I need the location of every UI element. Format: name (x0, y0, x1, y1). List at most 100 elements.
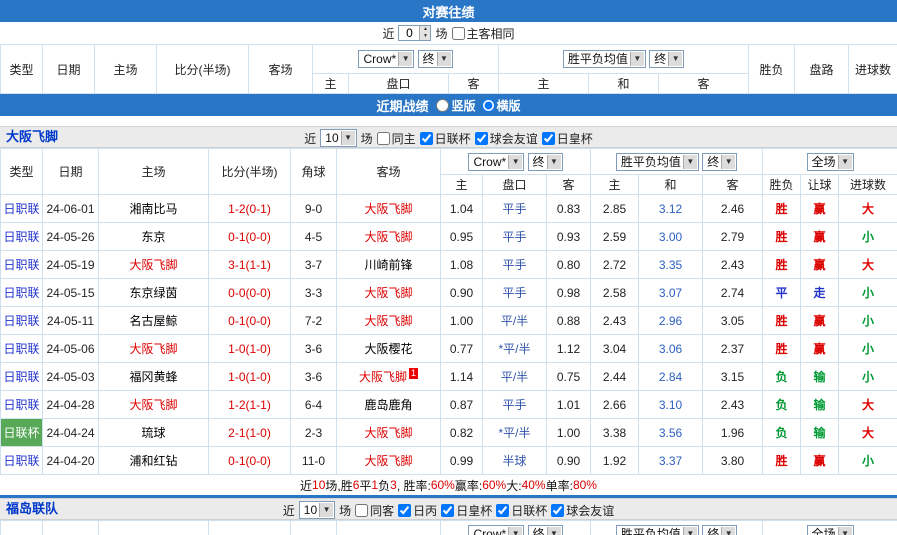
match-row: 日职联24-05-15东京绿茵0-0(0-0)3-3大阪飞脚0.90平手0.98… (1, 279, 897, 307)
match-row: 日职联24-05-26东京0-1(0-0)4-5大阪飞脚0.95平手0.932.… (1, 223, 897, 251)
checkbox-option[interactable]: 球会友谊 (551, 502, 614, 519)
team2-filter-checkboxes: 同客日丙日皇杯日联杯球会友谊 (355, 502, 614, 519)
goals-cell: 大 (839, 391, 897, 419)
euro-home-odds-cell: 3.04 (591, 335, 639, 363)
col-corner-header: 角球 (291, 149, 337, 195)
euro-company-select[interactable]: 胜平负均值 (563, 50, 646, 68)
checkbox-input[interactable] (420, 132, 433, 145)
scope-group-header: 全场 (763, 521, 897, 535)
handicap-result-cell: 赢 (801, 251, 839, 279)
team2-count-select[interactable]: 10 (299, 501, 335, 519)
euro-company-select[interactable]: 胜平负均值 (616, 153, 699, 171)
asia-final-select[interactable]: 终 (418, 50, 453, 68)
checkbox-option[interactable]: 日联杯 (420, 130, 471, 147)
checkbox-input[interactable] (542, 132, 555, 145)
scope-select[interactable]: 全场 (807, 525, 854, 535)
away-team-cell: 大阪飞脚 (337, 307, 441, 335)
goals-cell: 小 (839, 223, 897, 251)
col-home-header: 主场 (99, 149, 209, 195)
near-label: 近 (283, 502, 295, 519)
checkbox-input[interactable] (398, 504, 411, 517)
games-label: 场 (361, 130, 373, 147)
away-team-cell: 大阪飞脚 (337, 223, 441, 251)
summary-segment: 负 (378, 477, 390, 494)
scope-select[interactable]: 全场 (807, 153, 854, 171)
col-type-header: 类型 (1, 149, 43, 195)
result-cell: 平 (763, 279, 801, 307)
checkbox-option[interactable]: 球会友谊 (475, 130, 538, 147)
asia-final-select[interactable]: 终 (528, 525, 563, 535)
h2h-count-spinner[interactable]: ▲▼ (398, 25, 431, 41)
euro-final-select[interactable]: 终 (649, 50, 684, 68)
checkbox-option[interactable]: 日皇杯 (441, 502, 492, 519)
result-cell: 胜 (763, 223, 801, 251)
result-cell: 负 (763, 419, 801, 447)
asia-company-select[interactable]: Crow* (468, 525, 524, 535)
handicap-result-cell: 赢 (801, 307, 839, 335)
col-date-header: 日期 (43, 45, 95, 94)
handicap-result-cell: 赢 (801, 447, 839, 475)
col-corner-header (291, 521, 337, 535)
summary-segment: 60% (482, 478, 506, 492)
handicap-result-cell: 输 (801, 363, 839, 391)
checkbox-option[interactable]: 日丙 (398, 502, 437, 519)
euro-home-odds-cell: 2.59 (591, 223, 639, 251)
summary-segment: 10 (312, 478, 325, 492)
euro-draw-odds-cell: 2.84 (639, 363, 703, 391)
radio-option[interactable]: 竖版 (436, 97, 475, 114)
option-label: 横版 (497, 97, 521, 114)
euro-home-header: 主 (591, 175, 639, 195)
h2h-count-input[interactable] (399, 26, 419, 40)
games-label: 场 (339, 502, 351, 519)
asia-home-odds-cell: 0.77 (441, 335, 483, 363)
radio-input[interactable] (482, 99, 495, 112)
date-cell: 24-04-24 (43, 419, 99, 447)
checkbox-input[interactable] (377, 132, 390, 145)
result-cell: 胜 (763, 447, 801, 475)
result-cell: 胜 (763, 307, 801, 335)
games-label: 场 (435, 25, 447, 42)
handicap-cell: *平/半 (483, 335, 547, 363)
checkbox-input[interactable] (475, 132, 488, 145)
euro-final-select[interactable]: 终 (702, 153, 737, 171)
checkbox-option[interactable]: 日皇杯 (542, 130, 593, 147)
team1-count-select[interactable]: 10 (320, 129, 356, 147)
radio-input[interactable] (436, 99, 449, 112)
asia-company-select[interactable]: Crow* (358, 50, 414, 68)
layout-radio-group: 竖版 横版 (436, 97, 520, 114)
score-cell: 1-2(1-1) (209, 391, 291, 419)
summary-segment: 场,胜 (325, 477, 352, 494)
same-home-away-checkbox-input[interactable] (452, 27, 465, 40)
euro-home-odds-cell: 2.85 (591, 195, 639, 223)
result-cell: 负 (763, 363, 801, 391)
col-home-header: 主场 (95, 45, 157, 94)
select-value: Crow* (473, 155, 506, 169)
summary-segment: 40% (522, 478, 546, 492)
summary-segment: 60% (431, 478, 455, 492)
same-home-away-checkbox[interactable]: 主客相同 (452, 25, 515, 42)
home-team-cell: 湘南比马 (99, 195, 209, 223)
h2h-title-bar: 对赛往绩 (0, 0, 897, 22)
select-value: 10 (304, 503, 317, 517)
date-cell: 24-05-06 (43, 335, 99, 363)
euro-company-select[interactable]: 胜平负均值 (616, 525, 699, 535)
col-type-header: 类型 (1, 45, 43, 94)
handicap-result-cell: 输 (801, 419, 839, 447)
red-card-badge: 1 (409, 368, 418, 379)
checkbox-option[interactable]: 同客 (355, 502, 394, 519)
spinner-arrows-icon[interactable]: ▲▼ (419, 26, 430, 40)
col-date-header (43, 521, 99, 535)
asia-final-select[interactable]: 终 (528, 153, 563, 171)
near-label: 近 (304, 130, 316, 147)
checkbox-input[interactable] (496, 504, 509, 517)
asia-company-select[interactable]: Crow* (468, 153, 524, 171)
checkbox-input[interactable] (551, 504, 564, 517)
euro-final-select[interactable]: 终 (702, 525, 737, 535)
radio-option[interactable]: 横版 (482, 97, 521, 114)
checkbox-input[interactable] (355, 504, 368, 517)
checkbox-option[interactable]: 同主 (377, 130, 416, 147)
goals-cell: 大 (839, 251, 897, 279)
league-cell: 日职联 (1, 307, 43, 335)
checkbox-option[interactable]: 日联杯 (496, 502, 547, 519)
checkbox-input[interactable] (441, 504, 454, 517)
